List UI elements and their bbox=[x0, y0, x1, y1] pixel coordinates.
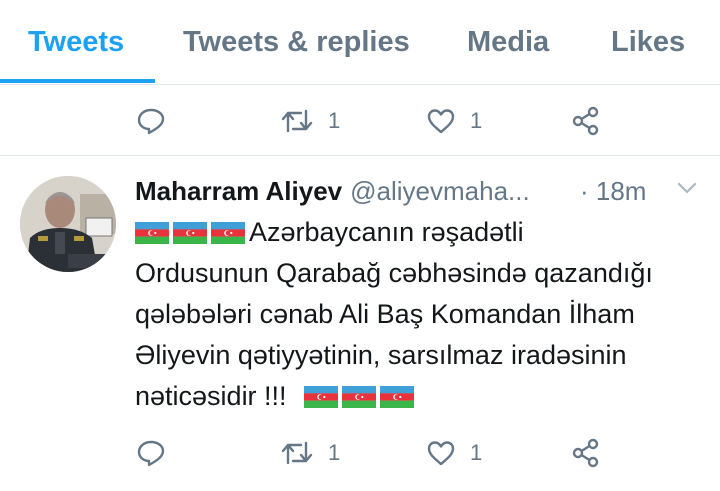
heart-icon bbox=[426, 438, 456, 468]
azerbaijan-flag-icon bbox=[380, 386, 415, 408]
tweet-divider bbox=[0, 155, 720, 156]
azerbaijan-flag-icon bbox=[211, 222, 245, 244]
share-icon bbox=[570, 437, 602, 469]
share-button[interactable] bbox=[570, 99, 602, 143]
avatar[interactable] bbox=[20, 176, 116, 272]
previous-tweet-actions: 1 1 bbox=[0, 99, 720, 159]
retweet-icon bbox=[280, 438, 314, 468]
azerbaijan-flag-icon bbox=[135, 222, 169, 244]
tweet-text-line: nəticəsidir !!! bbox=[135, 381, 287, 411]
active-tab-indicator bbox=[0, 79, 155, 83]
tweet-text-line: Əliyevin qətiyyətinin, sarsılmaz iradəsi… bbox=[135, 340, 627, 370]
like-count: 1 bbox=[470, 440, 483, 465]
retweet-button[interactable]: 1 bbox=[280, 431, 340, 475]
share-button[interactable] bbox=[570, 431, 602, 475]
tweet-line: Azərbaycanın rəşadətli bbox=[135, 212, 705, 253]
retweet-button[interactable]: 1 bbox=[280, 99, 340, 143]
reply-button[interactable] bbox=[136, 431, 166, 475]
profile-tabs: Tweets Tweets & replies Media Likes bbox=[0, 0, 720, 85]
author-handle[interactable]: @aliyevmaha... bbox=[350, 176, 530, 207]
tweet-header: Maharram Aliyev @aliyevmaha... bbox=[135, 174, 530, 208]
reply-button[interactable] bbox=[136, 99, 166, 143]
retweet-icon bbox=[280, 106, 314, 136]
azerbaijan-flag-icon bbox=[173, 222, 207, 244]
retweet-count: 1 bbox=[328, 440, 341, 465]
reply-icon bbox=[136, 106, 166, 136]
azerbaijan-flag-icon bbox=[304, 386, 339, 408]
tweet-actions: 1 1 bbox=[0, 431, 720, 491]
tweet-text-line: Azərbaycanın rəşadətli bbox=[249, 217, 524, 247]
heart-icon bbox=[426, 106, 456, 136]
tweet-timestamp[interactable]: · 18m bbox=[580, 174, 646, 208]
tab-likes[interactable]: Likes bbox=[611, 26, 685, 59]
tab-tweets-and-replies[interactable]: Tweets & replies bbox=[183, 26, 410, 59]
like-count: 1 bbox=[470, 108, 483, 133]
share-icon bbox=[570, 105, 602, 137]
chevron-down-icon[interactable] bbox=[676, 180, 698, 201]
tweet-text-line: Ordusunun Qarabağ cəbhəsində qazandığı bbox=[135, 258, 653, 288]
tweet-text-line: qələbələri cənab Ali Baş Komandan İlham bbox=[135, 299, 635, 329]
tab-media[interactable]: Media bbox=[467, 26, 549, 59]
azerbaijan-flag-icon bbox=[342, 386, 377, 408]
like-button[interactable]: 1 bbox=[426, 431, 482, 475]
author-name[interactable]: Maharram Aliyev bbox=[135, 176, 342, 207]
avatar-photo bbox=[20, 176, 116, 272]
retweet-count: 1 bbox=[328, 108, 341, 133]
like-button[interactable]: 1 bbox=[426, 99, 482, 143]
tweet-line: nəticəsidir !!! bbox=[135, 376, 705, 417]
tab-tweets[interactable]: Tweets bbox=[28, 26, 124, 59]
reply-icon bbox=[136, 438, 166, 468]
tweet-text: Azərbaycanın rəşadətli Ordusunun Qarabağ… bbox=[135, 212, 705, 417]
